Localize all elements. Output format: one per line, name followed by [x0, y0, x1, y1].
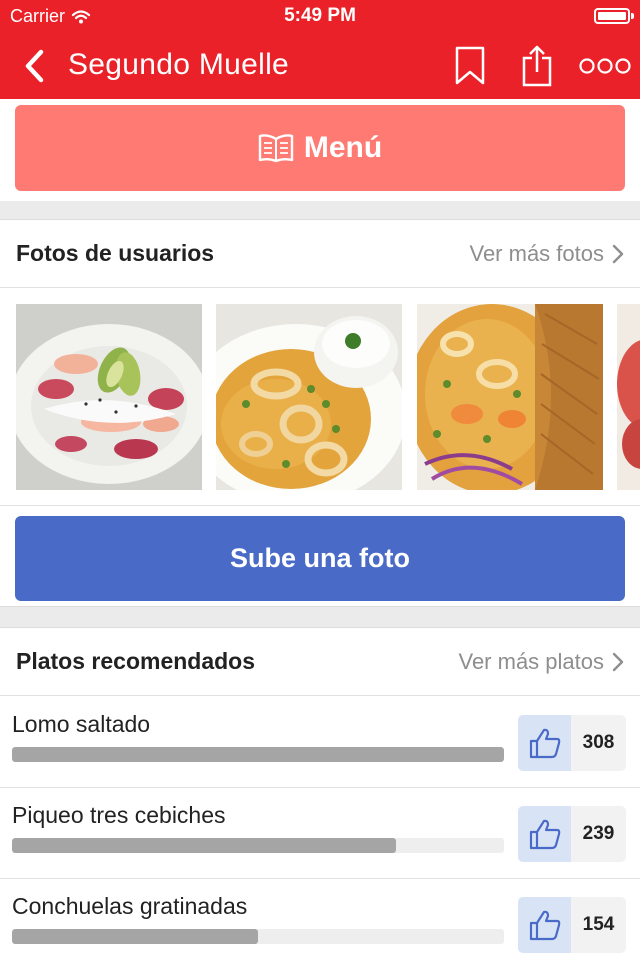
bookmark-button[interactable]: [452, 44, 488, 88]
battery-icon: [594, 8, 634, 24]
recommended-dishes-title: Platos recomendados: [16, 648, 256, 674]
more-button[interactable]: [578, 44, 632, 88]
like-count: 308: [582, 732, 615, 753]
dish-row[interactable]: Piqueo tres cebiches 239: [0, 788, 640, 879]
status-bar: Carrier 5:49 PM: [0, 0, 640, 32]
back-button[interactable]: [16, 46, 52, 86]
recommended-dishes-section: Platos recomendados Ver más platos Lomo …: [0, 627, 640, 960]
book-icon: [258, 134, 294, 163]
share-button[interactable]: [519, 44, 555, 88]
dish-name: Conchuelas gratinadas: [12, 893, 248, 919]
bookmark-icon: [455, 46, 485, 85]
chevron-right-icon: [612, 244, 624, 264]
dish-popularity-fill: [12, 838, 396, 853]
more-icon: [579, 58, 631, 74]
more-dishes-label: Ver más platos: [458, 649, 604, 674]
user-photos-title: Fotos de usuarios: [16, 240, 215, 266]
top-bar: Carrier 5:49 PM Segundo Muelle: [0, 0, 640, 99]
chevron-right-icon: [612, 652, 624, 672]
thumbs-up-icon: [529, 819, 560, 850]
like-button[interactable]: 308: [518, 715, 626, 771]
navigation-bar: Segundo Muelle: [0, 32, 640, 99]
page-title: Segundo Muelle: [68, 48, 290, 81]
user-photos-header: Fotos de usuarios Ver más fotos: [0, 220, 640, 288]
share-icon: [522, 45, 552, 87]
dish-popularity-fill: [12, 747, 504, 762]
seafood-rice-photo: [417, 304, 603, 490]
dish-popularity-fill: [12, 929, 258, 944]
like-button[interactable]: 154: [518, 897, 626, 953]
user-photo[interactable]: [417, 304, 603, 490]
user-photo[interactable]: [16, 304, 202, 490]
upload-photo-button[interactable]: Sube una foto: [15, 516, 625, 601]
dish-row[interactable]: Conchuelas gratinadas 154: [0, 879, 640, 960]
recommended-dishes-header: Platos recomendados Ver más platos: [0, 628, 640, 696]
user-photos-section: Fotos de usuarios Ver más fotos Sube una…: [0, 219, 640, 607]
partial-photo: [617, 304, 640, 490]
like-icon-area: [518, 897, 571, 953]
more-dishes-link[interactable]: Ver más platos: [458, 649, 624, 675]
like-count: 239: [582, 823, 615, 844]
dish-name: Lomo saltado: [12, 711, 151, 737]
dish-popularity-bar: [12, 838, 504, 853]
user-photo[interactable]: [617, 304, 640, 490]
menu-button[interactable]: Menú: [15, 105, 625, 191]
more-photos-link[interactable]: Ver más fotos: [469, 241, 624, 267]
status-time: 5:49 PM: [284, 5, 356, 26]
like-button[interactable]: 239: [518, 806, 626, 862]
like-icon-area: [518, 806, 571, 862]
squid-dish-photo: [216, 304, 402, 490]
dish-row[interactable]: Lomo saltado 308: [0, 697, 640, 788]
like-icon-area: [518, 715, 571, 771]
more-photos-label: Ver más fotos: [469, 241, 604, 266]
chevron-left-icon: [25, 49, 44, 83]
dish-popularity-bar: [12, 747, 504, 762]
ceviche-photo: [16, 304, 202, 490]
menu-section: Menú: [0, 99, 640, 201]
dish-name: Piqueo tres cebiches: [12, 802, 226, 828]
photo-strip[interactable]: [0, 288, 640, 506]
thumbs-up-icon: [529, 910, 560, 941]
thumbs-up-icon: [529, 728, 560, 759]
like-count: 154: [582, 914, 615, 935]
dish-popularity-bar: [12, 929, 504, 944]
menu-button-label: Menú: [303, 131, 383, 164]
user-photo[interactable]: [216, 304, 402, 490]
